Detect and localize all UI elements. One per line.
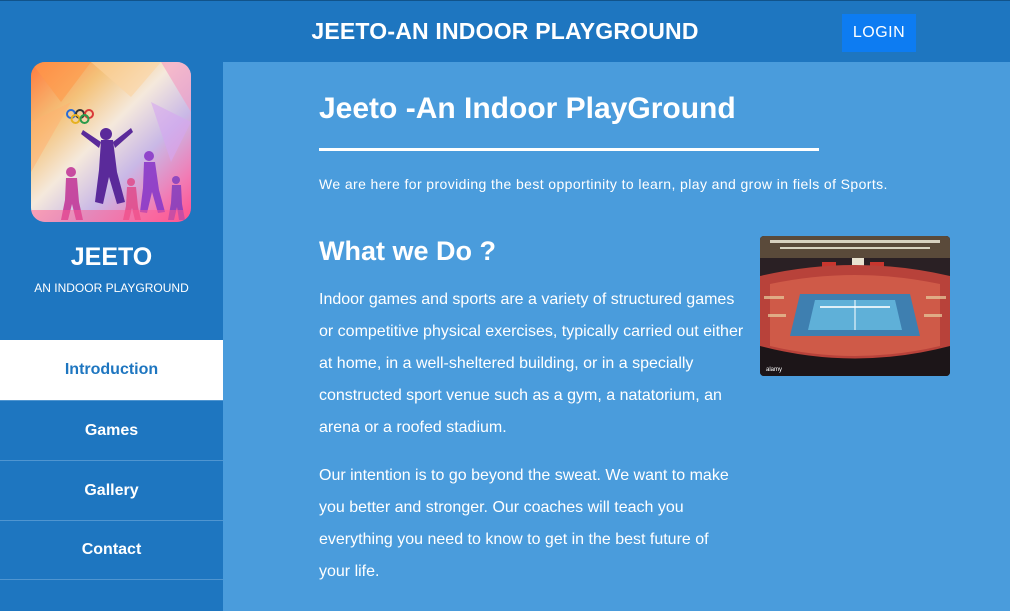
nav-item-games[interactable]: Games xyxy=(0,400,223,460)
intro-paragraph: Indoor games and sports are a variety of… xyxy=(319,291,744,436)
title-divider xyxy=(319,148,819,151)
sidebar: JEETO AN INDOOR PLAYGROUND Introduction … xyxy=(0,62,223,611)
nav-item-gallery[interactable]: Gallery xyxy=(0,460,223,520)
nav-item-contact[interactable]: Contact xyxy=(0,520,223,580)
sidebar-nav: Introduction Games Gallery Contact xyxy=(0,340,223,580)
tagline: We are here for providing the best oppor… xyxy=(319,176,888,192)
brand-logo-image xyxy=(31,62,191,222)
arena-photo: alamy xyxy=(760,236,950,376)
top-header: JEETO-AN INDOOR PLAYGROUND LOGIN xyxy=(0,0,1010,62)
photo-watermark: alamy xyxy=(766,367,783,373)
brand-name: JEETO xyxy=(70,243,153,271)
page-title: Jeeto -An Indoor PlayGround xyxy=(319,92,736,125)
intention-paragraph: Our intention is to go beyond the sweat.… xyxy=(319,467,729,580)
section-heading: What we Do ? xyxy=(319,236,496,266)
brand-subtitle: AN INDOOR PLAYGROUND xyxy=(34,281,189,295)
main-content: Jeeto -An Indoor PlayGround We are here … xyxy=(223,62,1010,611)
login-button[interactable]: LOGIN xyxy=(842,14,916,52)
nav-item-introduction[interactable]: Introduction xyxy=(0,340,223,400)
